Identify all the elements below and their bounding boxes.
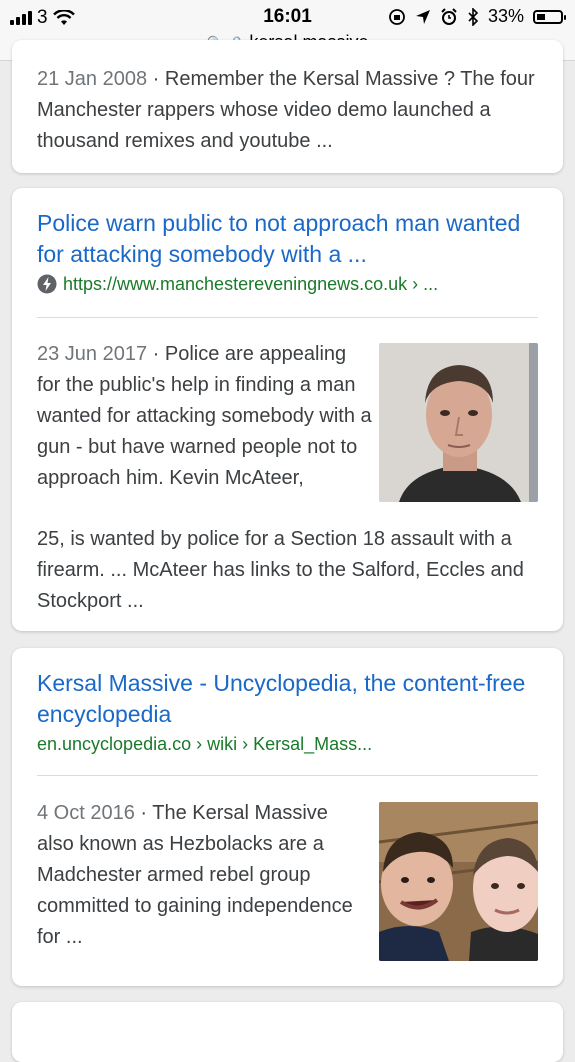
result-title[interactable]: Kersal Massive - Uncyclopedia, the conte… — [37, 668, 542, 730]
result-title[interactable]: Police warn public to not approach man w… — [37, 208, 542, 270]
result-url[interactable]: https://www.manchestereveningnews.co.uk … — [37, 270, 438, 298]
result-thumbnail-image[interactable] — [379, 343, 538, 502]
result-snippet-continued: 25, is wanted by police for a Section 18… — [37, 528, 524, 612]
result-snippet: 23 Jun 2017 · Police are appealing for t… — [37, 343, 372, 489]
alarm-icon — [441, 7, 457, 25]
battery-icon — [533, 9, 566, 24]
result-snippet: 21 Jan 2008 · Remember the Kersal Massiv… — [37, 68, 535, 152]
divider — [37, 775, 538, 776]
result-title-link[interactable]: Police warn public to not approach man w… — [37, 210, 520, 267]
bluetooth-icon — [468, 7, 479, 26]
amp-lightning-icon — [37, 274, 57, 294]
search-result-card[interactable]: Kersal Massive - Uncyclopedia, the conte… — [12, 648, 563, 986]
result-date: 4 Oct 2016 — [37, 802, 135, 824]
result-snippet: 4 Oct 2016 · The Kersal Massive also kno… — [37, 802, 353, 948]
search-result-card[interactable]: 21 Jan 2008 · Remember the Kersal Massiv… — [12, 40, 563, 173]
result-url[interactable]: en.uncyclopedia.co › wiki › Kersal_Mass.… — [37, 730, 372, 758]
search-result-card[interactable] — [12, 1002, 563, 1062]
result-title-link[interactable]: Kersal Massive - Uncyclopedia, the conte… — [37, 670, 525, 727]
search-result-card[interactable]: Police warn public to not approach man w… — [12, 188, 563, 631]
orientation-lock-icon — [389, 8, 405, 25]
battery-percent: 33% — [487, 6, 524, 26]
location-icon — [415, 9, 430, 24]
divider — [37, 317, 538, 318]
result-thumbnail-image[interactable] — [379, 802, 538, 961]
result-url-text: https://www.manchestereveningnews.co.uk … — [63, 274, 439, 294]
result-date: 21 Jan 2008 — [37, 68, 148, 90]
result-date: 23 Jun 2017 — [37, 343, 148, 365]
